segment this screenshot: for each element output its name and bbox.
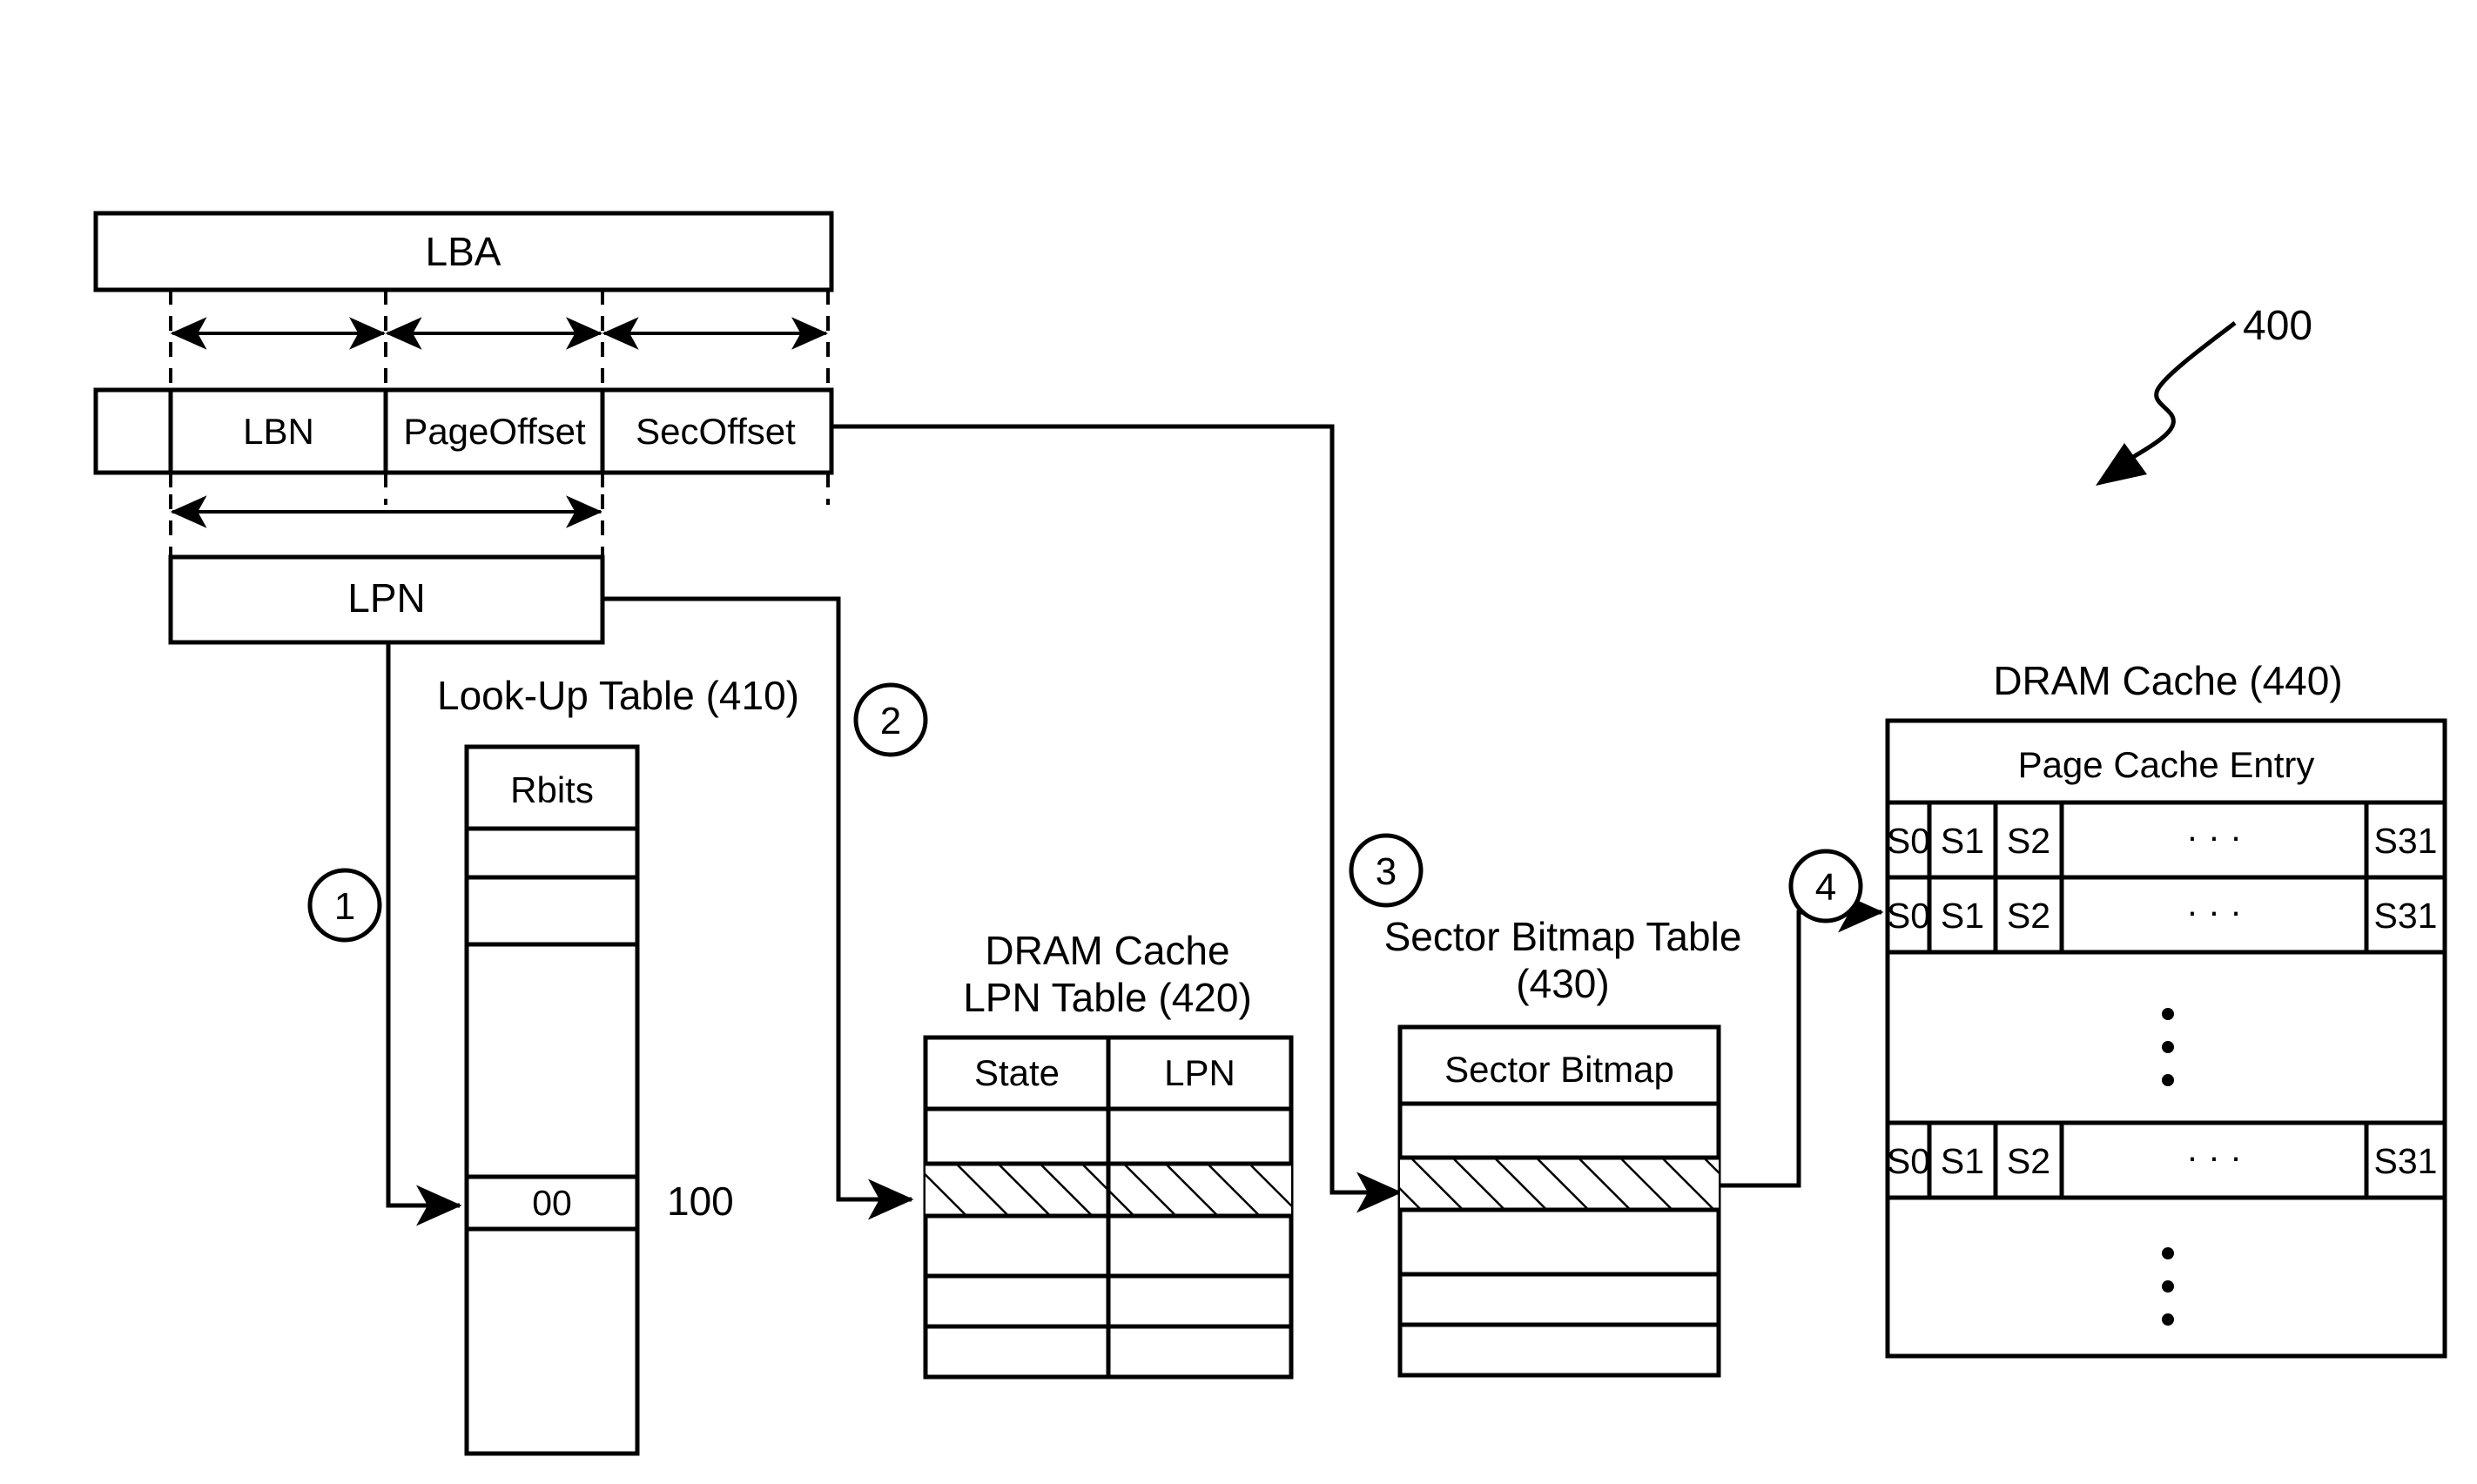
lpn-table-column-state: State <box>974 1052 1060 1093</box>
lookup-table-410: Look-Up Table (410) Rbits 00 100 <box>437 673 799 1456</box>
sector-cell-s0: S0 <box>1887 896 1930 936</box>
reference-number-400: 400 <box>2243 303 2312 349</box>
lpn-table-column-lpn: LPN <box>1164 1052 1235 1093</box>
lpn-table-caption-line1: DRAM Cache <box>985 928 1229 973</box>
step-3-number: 3 <box>1376 850 1397 893</box>
sector-cell-s2: S2 <box>2007 896 2050 936</box>
sector-cell-s2: S2 <box>2007 1141 2050 1181</box>
field-secoffset: SecOffset <box>636 411 796 452</box>
field-lbn: LBN <box>243 411 314 452</box>
lookup-table-column-header: Rbits <box>510 769 594 810</box>
lookup-table-side-annotation: 100 <box>667 1178 734 1224</box>
sector-cell-s31: S31 <box>2374 896 2438 936</box>
connector-step-1 <box>386 642 462 1226</box>
sector-bitmap-column-header: Sector Bitmap <box>1444 1049 1674 1090</box>
sector-bitmap-table-430: Sector Bitmap Table (430) Sector Bitmap <box>1384 914 1742 1378</box>
sector-cell-ellipsis: · · · <box>2186 891 2242 931</box>
reference-leader-400: 400 <box>2096 303 2312 486</box>
lba-box: LBA <box>93 211 834 292</box>
sector-bitmap-caption-line1: Sector Bitmap Table <box>1384 914 1742 959</box>
connector-step-4 <box>1719 891 1884 1188</box>
sector-cell-s1: S1 <box>1941 1141 1984 1181</box>
step-2-number: 2 <box>880 700 901 742</box>
step-4-number: 4 <box>1815 866 1836 909</box>
lpn-table-420: DRAM Cache LPN Table (420) State LPN <box>923 928 1294 1380</box>
lpn-table-caption-line2: LPN Table (420) <box>963 975 1252 1020</box>
sector-cell-ellipsis: · · · <box>2186 1137 2242 1177</box>
lba-label: LBA <box>426 229 501 274</box>
lpn-box: LPN <box>168 554 605 645</box>
lpn-label: LPN <box>347 575 425 621</box>
dram-cache-caption: DRAM Cache (440) <box>1993 658 2342 703</box>
sector-bitmap-highlighted-row <box>1400 1158 1719 1210</box>
figure-canvas: LBA LBN PageOffset SecOffset LPN 1 Look-… <box>93 211 2447 1456</box>
step-1-number: 1 <box>334 885 355 928</box>
sector-cell-ellipsis: · · · <box>2186 816 2242 856</box>
sector-cell-s1: S1 <box>1941 821 1984 861</box>
sector-cell-s0: S0 <box>1887 1141 1930 1181</box>
lookup-table-caption: Look-Up Table (410) <box>437 673 799 718</box>
sector-cell-s31: S31 <box>2374 821 2438 861</box>
sector-cell-s2: S2 <box>2007 821 2050 861</box>
step-marker-4: 4 <box>1788 849 1863 923</box>
field-pageoffset: PageOffset <box>403 411 586 452</box>
sector-cell-s0: S0 <box>1887 821 1930 861</box>
address-field-row: LBN PageOffset SecOffset <box>93 387 834 475</box>
sector-bitmap-caption-line2: (430) <box>1516 961 1609 1006</box>
dram-cache-440: DRAM Cache (440) Page Cache Entry S0 S1 … <box>1885 658 2447 1359</box>
step-marker-1: 1 <box>307 868 382 943</box>
lookup-table-highlighted-value: 00 <box>532 1183 572 1223</box>
patent-figure-400: LBA LBN PageOffset SecOffset LPN 1 Look-… <box>0 0 2477 1484</box>
step-marker-2: 2 <box>853 682 928 757</box>
dram-cache-header: Page Cache Entry <box>2018 744 2315 785</box>
sector-cell-s31: S31 <box>2374 1141 2438 1181</box>
step-marker-3: 3 <box>1349 833 1424 908</box>
sector-cell-s1: S1 <box>1941 896 1984 936</box>
